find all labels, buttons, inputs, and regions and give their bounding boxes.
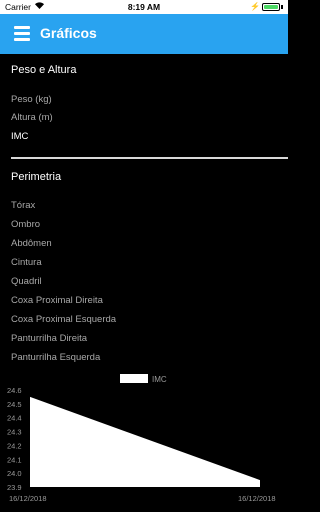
menu-item-peso[interactable]: Peso (kg) [11, 94, 52, 105]
y-tick-label: 24.1 [7, 455, 22, 464]
x-tick-label-end: 16/12/2018 [238, 494, 276, 503]
y-tick-label: 23.9 [7, 483, 22, 492]
status-bar: Carrier 8:19 AM ⚡ [0, 0, 288, 14]
menu-item-panturrilha-esquerda[interactable]: Panturrilha Esquerda [11, 352, 100, 363]
y-tick-label: 24.5 [7, 400, 22, 409]
y-tick-label: 24.3 [7, 428, 22, 437]
y-tick-label: 24.2 [7, 441, 22, 450]
section-title-peso-altura: Peso e Altura [11, 64, 77, 76]
menu-item-altura[interactable]: Altura (m) [11, 112, 53, 123]
x-tick-label-start: 16/12/2018 [9, 494, 47, 503]
menu-item-panturrilha-direita[interactable]: Panturrilha Direita [11, 333, 87, 344]
battery-cap [281, 5, 283, 9]
y-tick-label: 24.6 [7, 386, 22, 395]
status-time: 8:19 AM [127, 2, 161, 12]
battery-icon [262, 3, 280, 11]
section-title-perimetria: Perimetria [11, 171, 62, 183]
menu-item-quadril[interactable]: Quadril [11, 276, 42, 287]
menu-item-imc[interactable]: IMC [11, 131, 28, 142]
app-bar: Gráficos [0, 14, 288, 54]
imc-chart: IMC 24.6 24.5 24.4 24.3 24.2 24.1 24.0 23.9 16/… [7, 374, 276, 503]
y-tick-label: 24.0 [7, 469, 22, 478]
y-tick-label: 24.4 [7, 414, 22, 423]
menu-item-cintura[interactable]: Cintura [11, 257, 42, 268]
menu-item-torax[interactable]: Tórax [11, 200, 35, 211]
menu-item-coxa-proximal-direita[interactable]: Coxa Proximal Direita [11, 295, 103, 306]
menu-item-ombro[interactable]: Ombro [11, 219, 40, 230]
menu-item-coxa-proximal-esquerda[interactable]: Coxa Proximal Esquerda [11, 314, 116, 325]
menu-item-abdomen[interactable]: Abdômen [11, 238, 52, 249]
page-title: Gráficos [40, 25, 97, 41]
imc-area-series [30, 396, 260, 487]
section-divider [11, 157, 288, 159]
charging-icon: ⚡ [250, 2, 260, 11]
legend-label: IMC [152, 375, 167, 384]
legend-swatch [120, 374, 148, 383]
hamburger-menu-icon[interactable] [14, 26, 30, 41]
